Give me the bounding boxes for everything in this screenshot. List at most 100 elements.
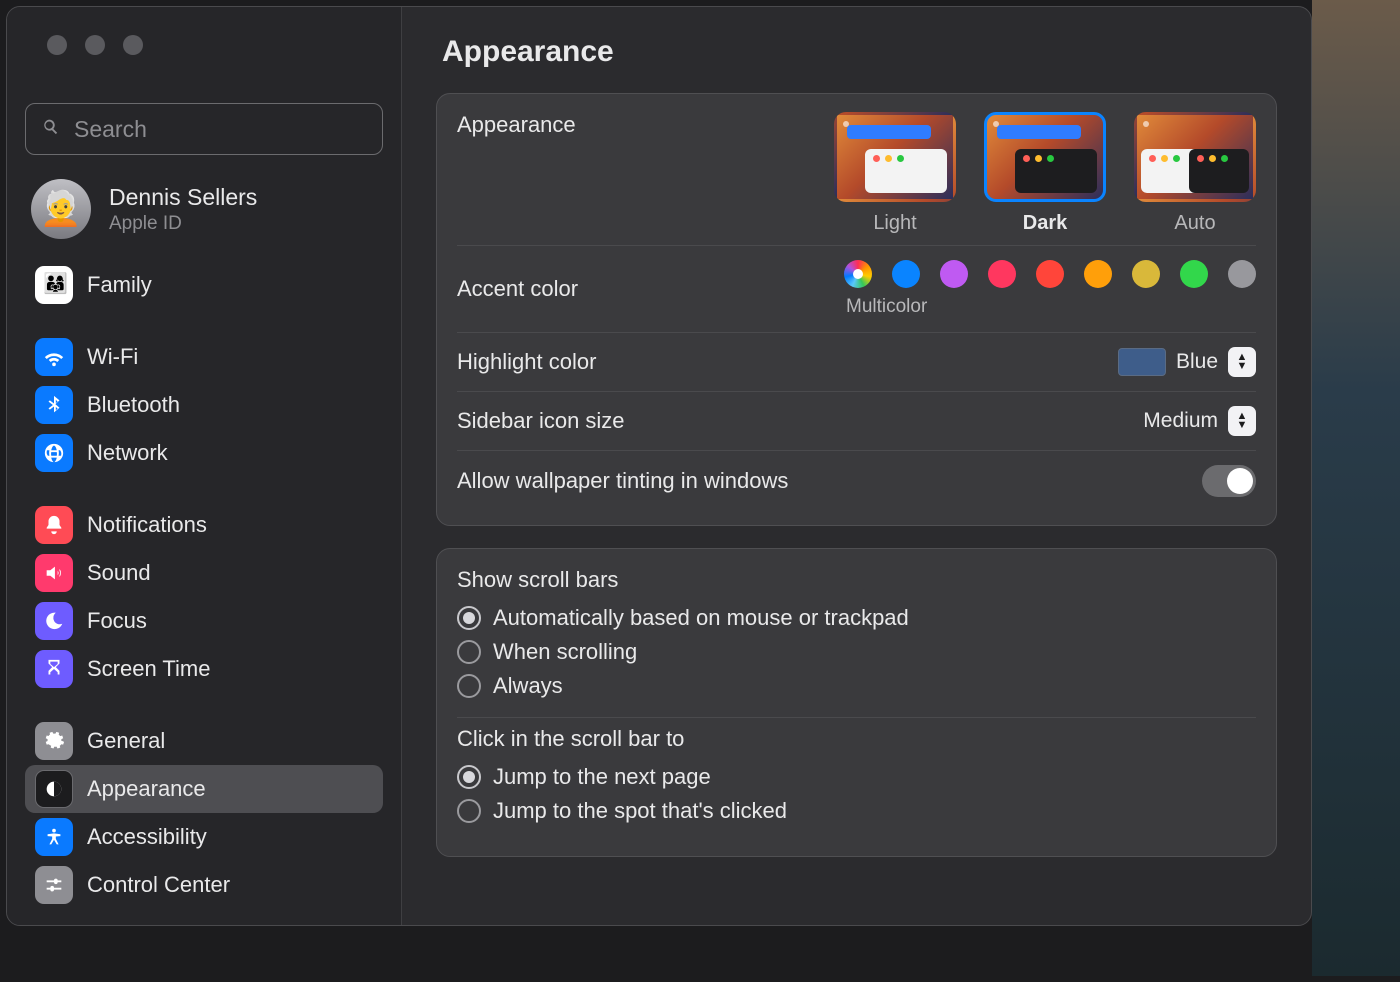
- accent-pink[interactable]: [988, 260, 1016, 288]
- sidebar-item-label: Wi-Fi: [87, 344, 138, 370]
- minimize-icon[interactable]: [85, 35, 105, 55]
- scroll-option-auto[interactable]: Automatically based on mouse or trackpad: [457, 601, 1256, 635]
- sidebar-item-label: Screen Time: [87, 656, 211, 682]
- accent-color-picker: [844, 260, 1256, 288]
- network-icon: [35, 434, 73, 472]
- system-settings-window: 🧑‍🦳 Dennis Sellers Apple ID 👨‍👩‍👧 Family: [6, 6, 1312, 926]
- sidebar-item-label: General: [87, 728, 165, 754]
- account-name: Dennis Sellers: [109, 184, 257, 211]
- accent-gray[interactable]: [1228, 260, 1256, 288]
- highlight-color-label: Highlight color: [457, 349, 596, 375]
- sidebar-item-label: Family: [87, 272, 152, 298]
- account-row[interactable]: 🧑‍🦳 Dennis Sellers Apple ID: [25, 155, 383, 249]
- sidebar-icon-size-value: Medium: [1143, 409, 1218, 433]
- sidebar-item-general[interactable]: General: [25, 717, 383, 765]
- theme-option-dark[interactable]: Dark: [984, 112, 1106, 235]
- theme-option-auto[interactable]: Auto: [1134, 112, 1256, 235]
- search-input[interactable]: [72, 115, 372, 144]
- radio-icon: [457, 765, 481, 789]
- appearance-section-label: Appearance: [457, 112, 576, 138]
- sidebar-item-wifi[interactable]: Wi-Fi: [25, 333, 383, 381]
- chevron-updown-icon: ▲▼: [1228, 406, 1256, 436]
- sidebar-item-bluetooth[interactable]: Bluetooth: [25, 381, 383, 429]
- radio-label: Jump to the next page: [493, 764, 711, 790]
- sidebar-item-screen-time[interactable]: Screen Time: [25, 645, 383, 693]
- wallpaper-tinting-label: Allow wallpaper tinting in windows: [457, 468, 788, 494]
- sidebar-item-sound[interactable]: Sound: [25, 549, 383, 597]
- sliders-icon: [35, 866, 73, 904]
- radio-label: Jump to the spot that's clicked: [493, 798, 787, 824]
- bell-icon: [35, 506, 73, 544]
- sidebar-item-label: Appearance: [87, 776, 206, 802]
- sidebar-item-accessibility[interactable]: Accessibility: [25, 813, 383, 861]
- sidebar-item-focus[interactable]: Focus: [25, 597, 383, 645]
- scroll-panel: Show scroll bars Automatically based on …: [436, 548, 1277, 857]
- radio-icon: [457, 674, 481, 698]
- radio-label: When scrolling: [493, 639, 637, 665]
- wallpaper-tinting-toggle[interactable]: [1202, 465, 1256, 497]
- avatar: 🧑‍🦳: [31, 179, 91, 239]
- accent-orange[interactable]: [1084, 260, 1112, 288]
- radio-icon: [457, 606, 481, 630]
- scroll-option-always[interactable]: Always: [457, 669, 1256, 703]
- accent-color-label: Accent color: [457, 276, 578, 302]
- sidebar-item-control-center[interactable]: Control Center: [25, 861, 383, 909]
- sidebar-item-appearance[interactable]: Appearance: [25, 765, 383, 813]
- wifi-icon: [35, 338, 73, 376]
- account-sub: Apple ID: [109, 213, 257, 235]
- accessibility-icon: [35, 818, 73, 856]
- accent-green[interactable]: [1180, 260, 1208, 288]
- appearance-icon: [35, 770, 73, 808]
- sidebar-item-label: Accessibility: [87, 824, 207, 850]
- accent-multicolor[interactable]: [844, 260, 872, 288]
- accent-red[interactable]: [1036, 260, 1064, 288]
- radio-icon: [457, 640, 481, 664]
- speaker-icon: [35, 554, 73, 592]
- accent-caption: Multicolor: [846, 296, 927, 318]
- theme-option-light[interactable]: Light: [834, 112, 956, 235]
- sidebar-list: 👨‍👩‍👧 Family Wi-Fi Bluetooth: [25, 255, 383, 909]
- sidebar-icon-size-label: Sidebar icon size: [457, 408, 625, 434]
- bluetooth-icon: [35, 386, 73, 424]
- window-traffic-lights: [25, 7, 383, 71]
- click-option-spot-clicked[interactable]: Jump to the spot that's clicked: [457, 794, 1256, 828]
- theme-option-label: Auto: [1174, 212, 1215, 235]
- search-field[interactable]: [25, 103, 383, 155]
- sidebar-item-notifications[interactable]: Notifications: [25, 501, 383, 549]
- scroll-option-when-scrolling[interactable]: When scrolling: [457, 635, 1256, 669]
- page-title: Appearance: [442, 35, 1277, 69]
- sidebar-item-family[interactable]: 👨‍👩‍👧 Family: [25, 261, 383, 309]
- sidebar-item-network[interactable]: Network: [25, 429, 383, 477]
- click-option-next-page[interactable]: Jump to the next page: [457, 760, 1256, 794]
- highlight-color-select[interactable]: Blue ▲▼: [1118, 347, 1256, 377]
- sidebar-item-label: Network: [87, 440, 168, 466]
- highlight-swatch-icon: [1118, 348, 1166, 376]
- radio-icon: [457, 799, 481, 823]
- sidebar: 🧑‍🦳 Dennis Sellers Apple ID 👨‍👩‍👧 Family: [7, 7, 402, 925]
- sidebar-item-label: Control Center: [87, 872, 230, 898]
- accent-purple[interactable]: [940, 260, 968, 288]
- zoom-icon[interactable]: [123, 35, 143, 55]
- hourglass-icon: [35, 650, 73, 688]
- close-icon[interactable]: [47, 35, 67, 55]
- accent-yellow[interactable]: [1132, 260, 1160, 288]
- main-content: Appearance Appearance Light Dark: [402, 7, 1311, 925]
- sidebar-icon-size-select[interactable]: Medium ▲▼: [1143, 406, 1256, 436]
- click-in-scrollbar-label: Click in the scroll bar to: [457, 726, 1256, 752]
- radio-label: Always: [493, 673, 563, 699]
- sidebar-item-label: Notifications: [87, 512, 207, 538]
- theme-option-label: Dark: [1023, 212, 1067, 235]
- accent-blue[interactable]: [892, 260, 920, 288]
- desktop-background-strip: [1312, 0, 1400, 976]
- theme-options: Light Dark Auto: [834, 112, 1256, 235]
- show-scroll-bars-label: Show scroll bars: [457, 567, 1256, 593]
- appearance-panel: Appearance Light Dark: [436, 93, 1277, 526]
- search-icon: [40, 116, 62, 143]
- moon-icon: [35, 602, 73, 640]
- highlight-value: Blue: [1176, 350, 1218, 374]
- theme-option-label: Light: [873, 212, 916, 235]
- sidebar-item-label: Sound: [87, 560, 151, 586]
- family-icon: 👨‍👩‍👧: [35, 266, 73, 304]
- gear-icon: [35, 722, 73, 760]
- sidebar-item-label: Focus: [87, 608, 147, 634]
